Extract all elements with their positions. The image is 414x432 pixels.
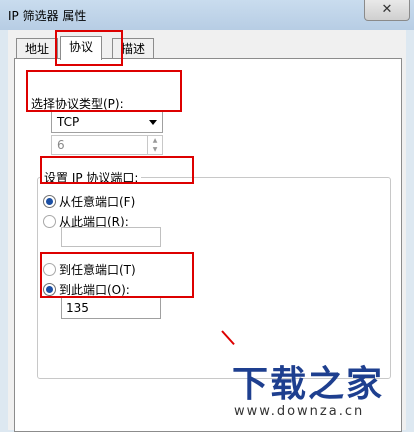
tab-description-label: 描述 [121, 42, 146, 56]
arrow-up-icon[interactable]: ▲ [148, 136, 162, 145]
from-any-port-label: 从任意端口(F) [59, 195, 136, 209]
from-this-port-radio[interactable] [43, 215, 56, 228]
highlight-to-this-port [40, 252, 194, 298]
window-title: IP 筛选器 属性 [8, 9, 87, 23]
chevron-down-icon [149, 120, 157, 125]
to-port-input[interactable]: 135 [61, 297, 161, 319]
protocol-type-value: TCP [57, 115, 80, 129]
arrow-down-icon[interactable]: ▼ [148, 145, 162, 154]
protocol-type-select[interactable]: TCP [51, 111, 163, 133]
tab-protocol[interactable]: 协议 [60, 36, 103, 60]
from-port-input[interactable] [61, 227, 161, 247]
stepper-buttons: ▲ ▼ [147, 136, 162, 154]
to-port-value: 135 [66, 301, 89, 315]
tab-address[interactable]: 地址 [16, 38, 59, 59]
close-button[interactable]: ✕ [364, 0, 410, 21]
tab-address-label: 地址 [25, 42, 50, 56]
highlight-protocol-type [26, 70, 182, 112]
from-any-port-radio[interactable] [43, 195, 56, 208]
watermark-url: www.downza.cn [234, 404, 365, 419]
close-icon: ✕ [381, 2, 393, 17]
protocol-number-stepper[interactable]: 6 ▲ ▼ [51, 135, 163, 155]
watermark-logo: 下载之家 [232, 364, 385, 405]
tab-protocol-label: 协议 [69, 40, 94, 54]
title-bar: IP 筛选器 属性 ✕ [0, 0, 414, 30]
highlight-from-any-port [40, 156, 194, 184]
protocol-number-value: 6 [57, 138, 65, 152]
